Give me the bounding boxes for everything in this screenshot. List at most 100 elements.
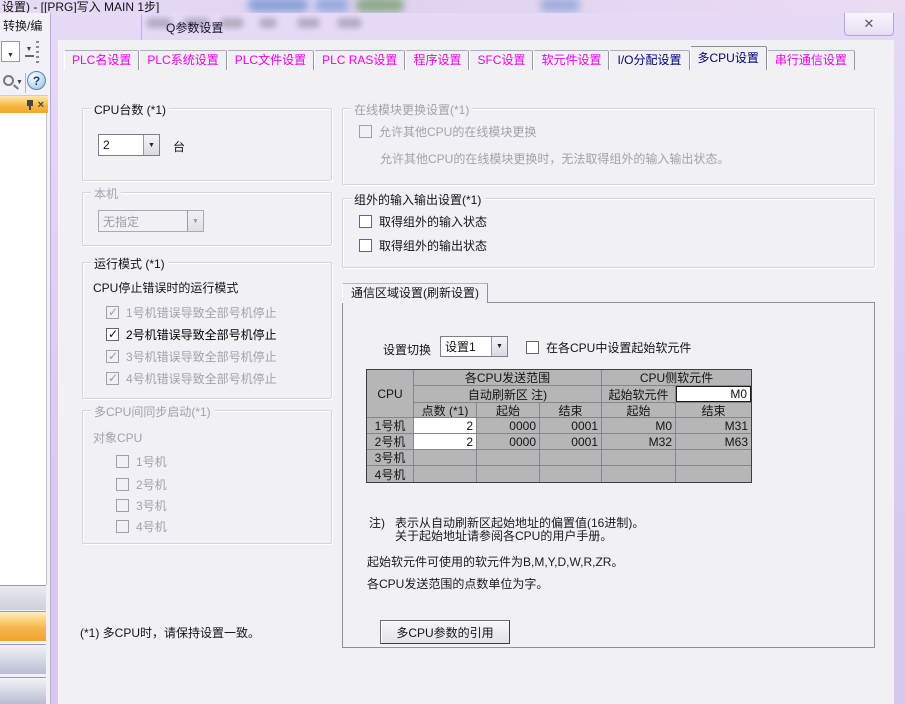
col-header-cpu: CPU: [367, 370, 414, 418]
checkbox: [116, 499, 129, 512]
toolbar-grip-handle[interactable]: [36, 41, 39, 63]
close-icon[interactable]: ×: [38, 100, 44, 110]
checkbox[interactable]: [526, 341, 539, 354]
dev-end-cell: [676, 466, 751, 482]
help-icon[interactable]: ?: [27, 71, 46, 90]
chevron-down-icon[interactable]: ▼: [143, 135, 159, 155]
target-cpu-label: 对象CPU: [93, 429, 142, 446]
cpu-count-combobox[interactable]: 2 ▼: [98, 134, 160, 156]
q-parameter-dialog: Q参数设置 ✕ PLC名设置 PLC系统设置 PLC文件设置 PLC RAS设置…: [50, 13, 905, 704]
checkbox-row-online-module: 允许其他CPU的在线模块更换: [359, 124, 536, 138]
glass-blur-blob: [337, 18, 362, 28]
points-cell[interactable]: 2: [414, 418, 477, 434]
group-title: 在线模块更换设置(*1): [351, 101, 472, 118]
note-line-3: 起始软元件可使用的软元件为B,M,Y,D,W,R,ZR。: [367, 553, 623, 570]
online-module-note: 允许其他CPU的在线模块更换时，无法取得组外的输入输出状态。: [380, 150, 729, 167]
app-window-title: 设置) - [[PRG]写入 MAIN 1步]: [2, 0, 159, 13]
group-title: 本机: [91, 185, 121, 202]
group-title: 运行模式 (*1): [91, 255, 168, 272]
wallpaper-blob: [356, 0, 404, 12]
checkbox-label: 取得组外的输入状态: [379, 213, 487, 230]
checkbox-label: 4号机错误导致全部号机停止: [126, 370, 277, 387]
points-cell: [414, 466, 477, 482]
menu-fragment: 转换/编: [3, 17, 42, 34]
dialog-title: Q参数设置: [166, 19, 223, 36]
app-titlebar: 设置) - [[PRG]写入 MAIN 1步]: [0, 0, 905, 13]
close-button[interactable]: ✕: [844, 13, 894, 36]
checkbox-row-get-input: 取得组外的输入状态: [359, 214, 487, 228]
checkbox: [359, 125, 372, 138]
checkbox-row-cpu2-stop: 2号机错误导致全部号机停止: [106, 327, 277, 341]
nav-stack-button-1[interactable]: [0, 585, 46, 610]
checkbox-label: 4号机: [136, 518, 167, 535]
note-line-2: 关于起始地址请参阅各CPU的用户手册。: [395, 527, 612, 544]
glass-edge-line: [141, 14, 142, 40]
tab-program[interactable]: 程序设置: [405, 50, 469, 70]
docked-pane-body: [0, 113, 47, 585]
setting-switch-value: 设置1: [441, 338, 491, 355]
tab-plc-system[interactable]: PLC系统设置: [139, 50, 226, 70]
refresh-settings-table: CPU 各CPU发送范围 CPU侧软元件 自动刷新区 注) 起始软元件 M0 点…: [366, 369, 752, 483]
checkbox-row-sync-cpu2: 2号机: [116, 477, 167, 491]
group-title: 多CPU间同步启动(*1): [91, 403, 214, 420]
checkbox: [106, 306, 119, 319]
head-device-label: 起始软元件: [602, 386, 676, 403]
toolbar-separator: [25, 73, 26, 93]
row-label: 1号机: [367, 418, 414, 434]
group-online-module: 在线模块更换设置(*1) 允许其他CPU的在线模块更换 允许其他CPU的在线模块…: [342, 108, 875, 185]
main-window-left-pane: 转换/编 ▼ ▼ ▼ ? ×: [0, 13, 50, 704]
head-device-cell: M0: [676, 386, 751, 403]
checkbox: [116, 478, 129, 491]
col-group-send-range: 各CPU发送范围: [414, 370, 602, 386]
search-icon[interactable]: [3, 75, 14, 86]
nav-stack-button-2[interactable]: [0, 611, 46, 641]
checkbox-row-cpu3-stop: 3号机错误导致全部号机停止: [106, 349, 277, 363]
note-line-4: 各CPU发送范围的点数单位为字。: [367, 575, 548, 592]
nav-stack-button-4[interactable]: [0, 677, 46, 704]
tab-communication-area[interactable]: 通信区域设置(刷新设置): [342, 283, 488, 303]
group-host: 本机 无指定 ▼: [82, 192, 332, 246]
nav-stack-button-3[interactable]: [0, 644, 46, 674]
setting-switch-combobox[interactable]: 设置1 ▼: [440, 336, 508, 357]
chevron-down-icon[interactable]: ▼: [16, 79, 23, 86]
points-cell[interactable]: 2: [414, 434, 477, 450]
checkbox-label: 3号机: [136, 497, 167, 514]
run-mode-subtitle: CPU停止错误时的运行模式: [93, 279, 238, 296]
toolbar-combo-button[interactable]: ▼: [1, 41, 20, 62]
sub-header-start: 起始: [477, 403, 540, 418]
dev-start-cell: [602, 466, 676, 482]
multi-cpu-param-reference-button[interactable]: 多CPU参数的引用: [380, 620, 510, 644]
checkbox[interactable]: [359, 239, 372, 252]
checkbox: [106, 350, 119, 363]
cpu-count-unit: 台: [173, 138, 185, 155]
checkbox[interactable]: [359, 215, 372, 228]
tab-plc-name[interactable]: PLC名设置: [64, 50, 139, 70]
tab-io-assignment[interactable]: I/O分配设置: [609, 50, 689, 70]
checkbox-label: 在各CPU中设置起始软元件: [546, 339, 691, 356]
end-cell: 0001: [540, 418, 602, 434]
checkbox-row-sync-cpu4: 4号机: [116, 519, 167, 533]
tab-plc-file[interactable]: PLC文件设置: [227, 50, 314, 70]
end-cell: [540, 450, 602, 466]
checkbox-row-cpu1-stop: 1号机错误导致全部号机停止: [106, 305, 277, 319]
glass-blur-blob: [259, 18, 277, 28]
col-header-auto-refresh: 自动刷新区 注): [414, 386, 602, 403]
toolbar-dropdown-button[interactable]: ▼: [23, 46, 35, 60]
row-label: 3号机: [367, 450, 414, 466]
checkbox-label: 允许其他CPU的在线模块更换: [379, 123, 536, 140]
checkbox[interactable]: [106, 328, 119, 341]
chevron-down-icon[interactable]: ▼: [491, 337, 507, 356]
tab-plc-ras[interactable]: PLC RAS设置: [314, 50, 405, 70]
tab-multi-cpu[interactable]: 多CPU设置: [690, 46, 767, 70]
tab-sfc[interactable]: SFC设置: [469, 50, 533, 70]
checkbox-row-get-output: 取得组外的输出状态: [359, 238, 487, 252]
glass-blur-blob: [220, 18, 244, 28]
checkbox: [116, 520, 129, 533]
start-cell: [477, 466, 540, 482]
tab-device[interactable]: 软元件设置: [533, 50, 609, 70]
wallpaper-blob: [248, 0, 308, 12]
checkbox-label: 1号机: [136, 453, 167, 470]
head-device-input[interactable]: M0: [676, 386, 751, 402]
tab-serial-comm[interactable]: 串行通信设置: [767, 50, 855, 70]
pin-icon[interactable]: [26, 100, 34, 110]
